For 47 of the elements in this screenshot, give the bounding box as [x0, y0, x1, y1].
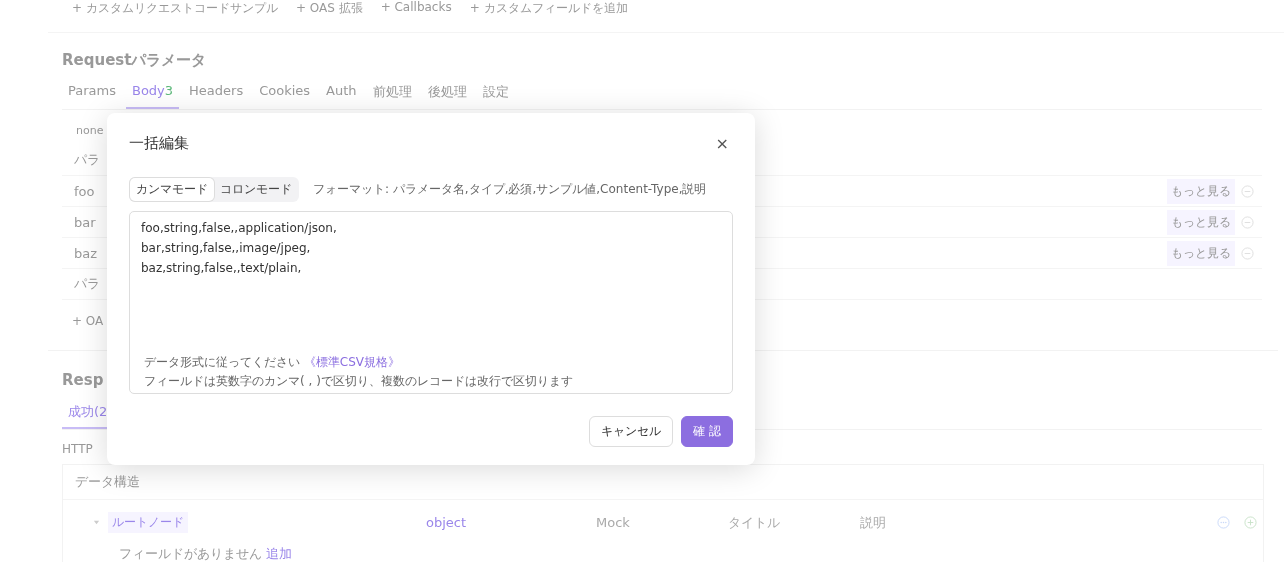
- csv-standard-link[interactable]: 《標準CSV規格》: [303, 355, 401, 369]
- more-button[interactable]: もっと見る: [1167, 178, 1235, 204]
- param-name: foo: [73, 183, 95, 199]
- add-link[interactable]: + OAS 拡張: [295, 0, 363, 16]
- column-header: パラ: [73, 151, 100, 169]
- param-name: bar: [73, 214, 96, 230]
- confirm-button[interactable]: 確 認: [681, 416, 733, 447]
- mode-option[interactable]: カンマモード: [130, 177, 214, 201]
- remove-icon[interactable]: [1241, 184, 1254, 198]
- mock-field[interactable]: Mock: [594, 514, 718, 531]
- tab[interactable]: Auth: [320, 79, 363, 109]
- column-header: パラ: [73, 275, 100, 293]
- type-label[interactable]: object: [426, 515, 586, 530]
- caret-icon[interactable]: [93, 519, 100, 526]
- tab[interactable]: 前処理: [366, 79, 418, 109]
- bulk-text-area[interactable]: foo,string,false,,application/json, bar,string,false,,image/jpeg, baz,string,false,,text/plain, データ形式に従ってください 《標準CSV規格》 フィールドは英数字のカンマ( , )で区切り、複数のレコードは改行で区切ります: [129, 210, 733, 394]
- format-instruction: フィールドは英数字のカンマ( , )で区切り、複数のレコードは改行で区切ります: [143, 373, 574, 390]
- add-icon[interactable]: [1244, 516, 1257, 529]
- root-node-tag: ルートノード: [108, 512, 188, 533]
- more-icon[interactable]: [1217, 516, 1230, 529]
- add-link[interactable]: + カスタムフィールドを追加: [469, 0, 628, 16]
- tab[interactable]: 後処理: [421, 79, 473, 109]
- remove-icon[interactable]: [1241, 246, 1254, 260]
- section-title: Resp: [62, 371, 104, 391]
- dialog-title: 一括編集: [129, 134, 189, 154]
- format-instruction: データ形式に従ってください: [144, 355, 300, 369]
- empty-message: フィールドがありません: [119, 546, 262, 561]
- cancel-button[interactable]: キャンセル: [589, 416, 674, 447]
- add-link[interactable]: 追加: [266, 546, 293, 561]
- description-field[interactable]: 説明: [858, 514, 982, 531]
- section-title: Requestパラメータ: [62, 51, 207, 71]
- tab[interactable]: Body3: [126, 79, 180, 109]
- add-link[interactable]: + Callbacks: [380, 0, 452, 16]
- tab[interactable]: Cookies: [253, 79, 317, 109]
- format-hint: フォーマット: パラメータ名,タイプ,必須,サンプル値,Content-Type,説明: [313, 180, 707, 198]
- param-name: baz: [73, 245, 98, 261]
- more-button[interactable]: もっと見る: [1167, 240, 1235, 266]
- add-link[interactable]: + カスタムリクエストコードサンプル: [72, 0, 278, 16]
- close-button[interactable]: ×: [711, 134, 733, 154]
- remove-icon[interactable]: [1241, 215, 1254, 229]
- mode-option[interactable]: コロンモード: [214, 177, 298, 201]
- tab[interactable]: 設定: [476, 79, 515, 109]
- tab[interactable]: Params: [62, 79, 122, 109]
- tab[interactable]: Headers: [183, 79, 250, 109]
- status-label: HTTP: [62, 441, 93, 458]
- title-field[interactable]: タイトル: [726, 514, 850, 531]
- more-button[interactable]: もっと見る: [1167, 209, 1235, 235]
